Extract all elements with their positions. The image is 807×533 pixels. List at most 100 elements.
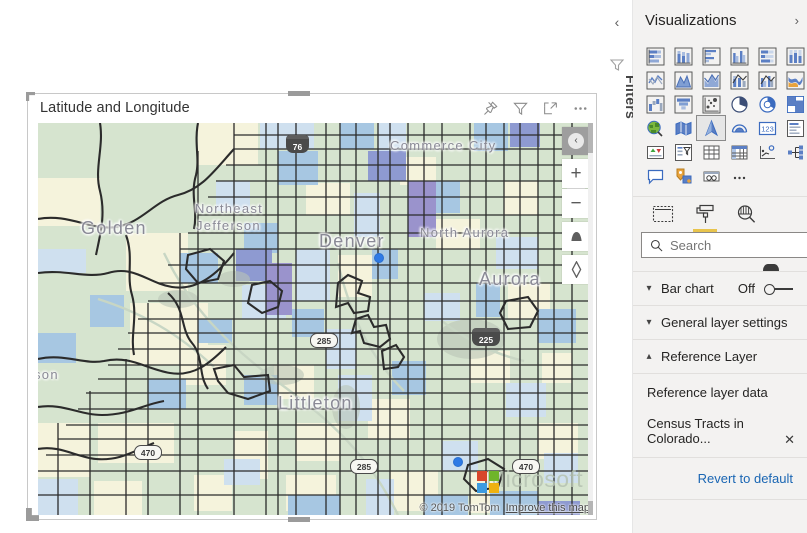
map-scrollbar[interactable]: [588, 123, 593, 515]
remove-reference-layer-icon[interactable]: ✕: [784, 432, 795, 448]
line-and-stacked-column-chart-icon[interactable]: [725, 68, 753, 92]
format-search-box[interactable]: [641, 232, 807, 258]
filters-pane-collapsed[interactable]: ‹ Filters: [600, 0, 639, 533]
chevron-down-icon: ▾: [646, 283, 652, 294]
stacked-column-chart-icon[interactable]: [669, 44, 697, 68]
paint-roller-icon: [696, 204, 714, 223]
resize-handle-bottom-center[interactable]: [288, 517, 310, 522]
rotate-button[interactable]: [562, 255, 590, 284]
more-visuals-icon[interactable]: [725, 164, 753, 188]
decomposition-tree-icon[interactable]: [781, 140, 807, 164]
visualizations-pane: Visualizations › 123 Search ▾ Bar chart …: [633, 0, 807, 533]
reference-layer-value: Census Tracts in Colorado...: [647, 416, 744, 446]
map-data-bubble[interactable]: [374, 253, 384, 263]
hundred-percent-stacked-bar-chart-icon[interactable]: [753, 44, 781, 68]
arcgis-map-icon[interactable]: [725, 116, 753, 140]
scatter-chart-icon[interactable]: [697, 92, 725, 116]
funnel-chart-icon[interactable]: [669, 92, 697, 116]
microsoft-logo-icon: [477, 471, 499, 493]
gallery-empty-cell: [753, 164, 781, 188]
visualizations-title: Visualizations: [645, 12, 737, 29]
visual-header-icons: [482, 100, 589, 117]
shape-map-icon[interactable]: [696, 115, 726, 141]
visualizations-pane-tabs: [633, 196, 807, 232]
r-script-visual-icon[interactable]: [753, 140, 781, 164]
toggle-knob: [764, 283, 775, 295]
svg-text:123: 123: [761, 124, 774, 133]
hundred-percent-stacked-column-chart-icon[interactable]: [781, 44, 807, 68]
zoom-in-button[interactable]: +: [562, 159, 590, 188]
paginated-report-icon[interactable]: [697, 164, 725, 188]
card-icon[interactable]: 123: [753, 116, 781, 140]
reference-layer-data-label: Reference layer data: [647, 384, 768, 400]
filled-map-icon[interactable]: [669, 116, 697, 140]
stacked-bar-chart-icon[interactable]: [641, 44, 669, 68]
format-section-reference-layer[interactable]: ▴ Reference Layer: [633, 340, 807, 374]
visual-title: Latitude and Longitude: [40, 100, 190, 116]
fields-tab[interactable]: [648, 199, 678, 229]
format-section-bubbles[interactable]: ▾ Bubbles On: [633, 262, 807, 272]
map-data-bubble[interactable]: [453, 457, 463, 467]
bar-chart-toggle[interactable]: [761, 282, 795, 296]
pie-chart-icon[interactable]: [725, 92, 753, 116]
ribbon-chart-icon[interactable]: [781, 68, 807, 92]
multi-row-card-icon[interactable]: [781, 116, 807, 140]
pitch-button[interactable]: [562, 222, 590, 251]
line-chart-icon[interactable]: [641, 68, 669, 92]
resize-handle-top-center[interactable]: [288, 91, 310, 96]
clustered-bar-chart-icon[interactable]: [697, 44, 725, 68]
attribution-copyright: © 2019 TomTom: [419, 502, 500, 514]
format-section-bar-chart[interactable]: ▾ Bar chart Off: [633, 272, 807, 306]
treemap-icon[interactable]: [781, 92, 807, 116]
table-icon[interactable]: [697, 140, 725, 164]
visual-header: Latitude and Longitude: [33, 98, 593, 123]
filter-icon[interactable]: [512, 100, 529, 117]
visual-type-gallery: 123: [641, 44, 807, 188]
matrix-icon[interactable]: [725, 140, 753, 164]
gallery-empty-cell-2: [781, 164, 807, 188]
format-sections-list[interactable]: ▾ Bubbles On ▾ Bar chart Off ▾ General l…: [633, 262, 807, 533]
waterfall-chart-icon[interactable]: [641, 92, 669, 116]
improve-this-map-link[interactable]: Improve this map: [506, 502, 590, 514]
revert-to-default-link[interactable]: Revert to default: [633, 458, 807, 500]
format-section-general-layer-settings[interactable]: ▾ General layer settings: [633, 306, 807, 340]
expand-pane-icon[interactable]: ›: [795, 13, 799, 28]
donut-chart-icon[interactable]: [753, 92, 781, 116]
format-tab[interactable]: [690, 199, 720, 232]
selection-border-left: [27, 93, 28, 520]
line-and-clustered-column-chart-icon[interactable]: [753, 68, 781, 92]
visual-selection-frame[interactable]: Latitude and Longitude Commerce City Gol…: [26, 91, 597, 522]
slicer-icon[interactable]: [669, 140, 697, 164]
filter-icon: [609, 57, 625, 73]
map-canvas[interactable]: .t0{fill:#d6e4cf}.t1{fill:#f5f3dc}.t2{fi…: [38, 123, 593, 515]
interstate-shield: 76: [286, 135, 309, 153]
reference-layer-value-row[interactable]: Census Tracts in Colorado... ✕: [633, 410, 807, 458]
search-input[interactable]: [670, 237, 790, 253]
zoom-out-button[interactable]: −: [562, 189, 590, 218]
analytics-tab[interactable]: [732, 199, 762, 229]
key-influencers-icon[interactable]: [669, 164, 697, 188]
collapse-legend-button[interactable]: ‹: [562, 127, 590, 155]
bubbles-toggle-knob[interactable]: [763, 264, 779, 271]
clustered-column-chart-icon[interactable]: [725, 44, 753, 68]
area-chart-icon[interactable]: [669, 68, 697, 92]
kpi-icon[interactable]: [641, 140, 669, 164]
power-bi-report-view: Latitude and Longitude Commerce City Gol…: [0, 0, 807, 533]
pin-icon[interactable]: [482, 100, 499, 117]
report-canvas[interactable]: Latitude and Longitude Commerce City Gol…: [0, 0, 600, 533]
collapse-filters-icon[interactable]: ‹: [609, 14, 625, 30]
map-icon[interactable]: [641, 116, 669, 140]
scrollbar-thumb[interactable]: [588, 123, 593, 153]
fields-icon: [652, 205, 674, 222]
more-options-icon[interactable]: [572, 100, 589, 117]
qna-icon[interactable]: [641, 164, 669, 188]
format-section-label: Bubbles: [661, 262, 738, 263]
selection-border-top: [27, 93, 597, 94]
highway-shield: 285: [310, 333, 338, 348]
stacked-area-chart-icon[interactable]: [697, 68, 725, 92]
selection-border-bottom: [27, 519, 597, 520]
microsoft-wordmark: Microsoft: [486, 466, 583, 492]
scrollbar-thumb-bottom[interactable]: [588, 501, 593, 515]
focus-mode-icon[interactable]: [542, 100, 559, 117]
map-visual[interactable]: Latitude and Longitude Commerce City Gol…: [33, 98, 593, 515]
